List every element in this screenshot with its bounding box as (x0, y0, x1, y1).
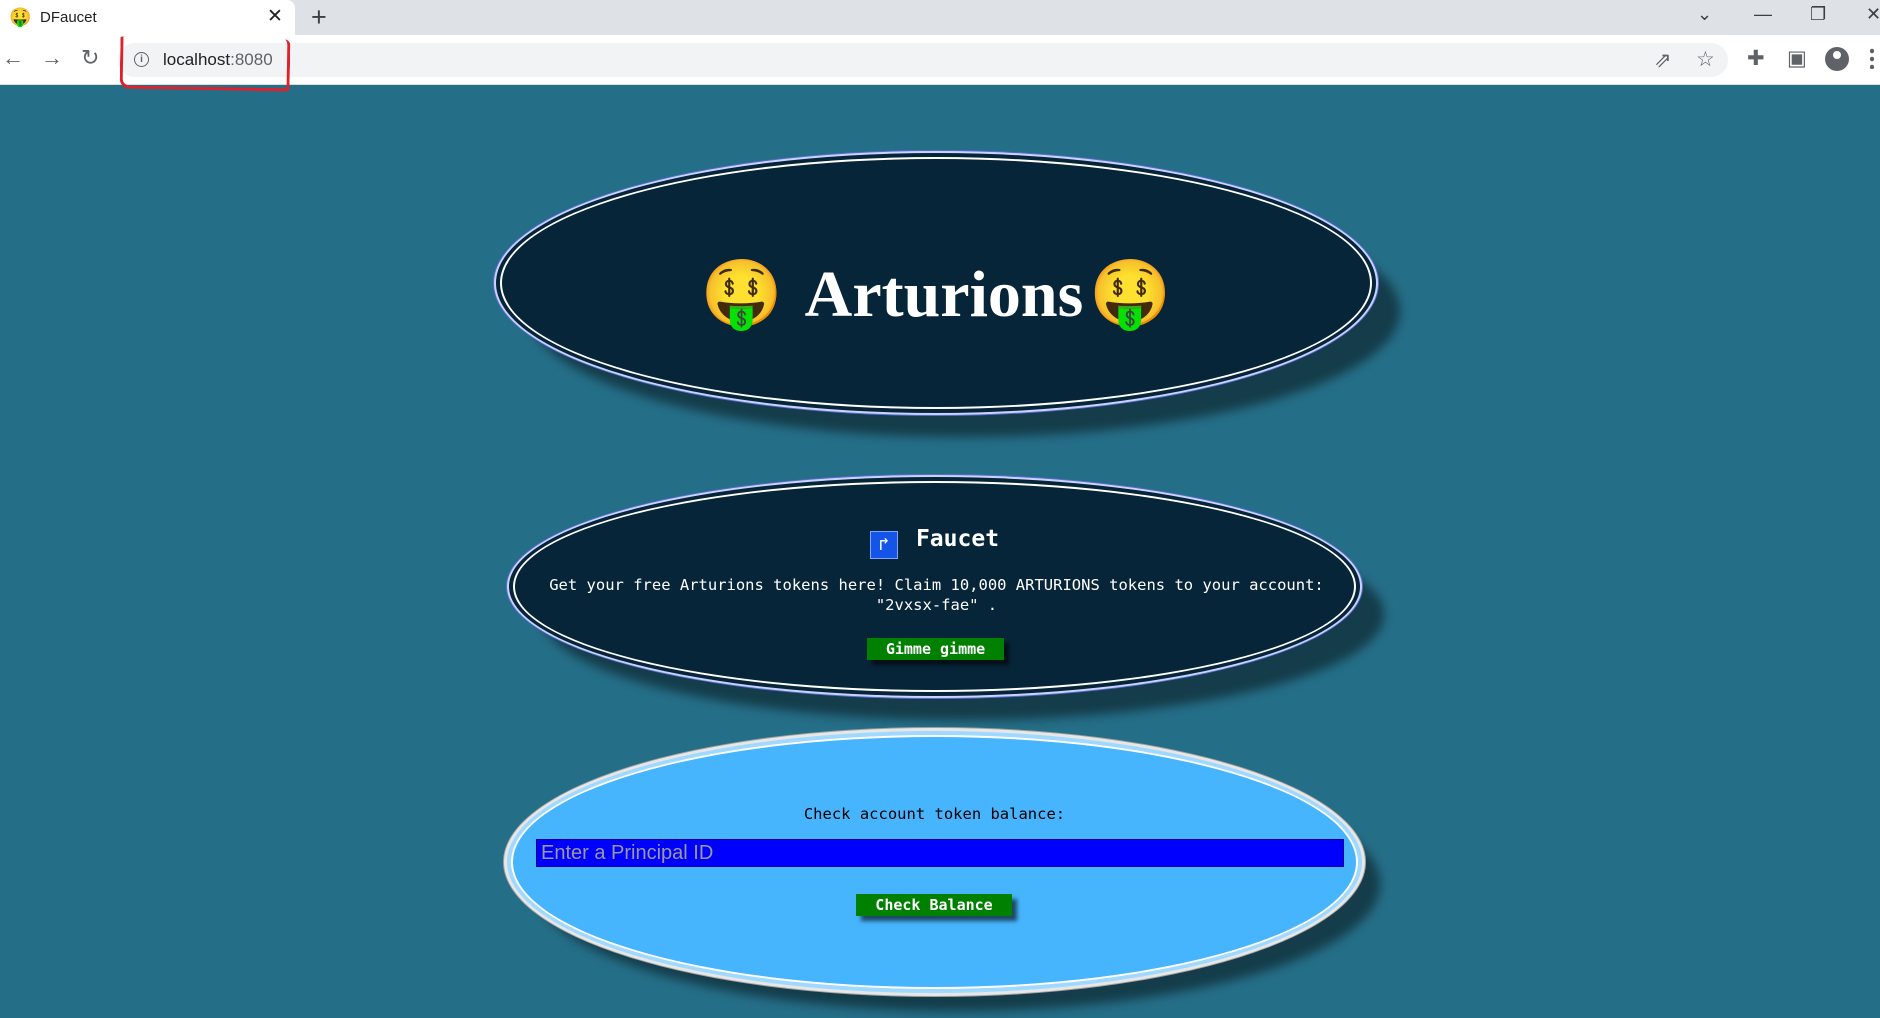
browser-tab-bar: 🤑 DFaucet ✕ + ⌄ — ❐ ✕ (0, 0, 1880, 35)
profile-icon[interactable] (1825, 47, 1849, 71)
new-tab-icon[interactable]: + (311, 2, 327, 33)
faucet-icon: ↱ (869, 531, 898, 559)
favicon-icon: 🤑 (9, 7, 32, 27)
faucet-heading: ↱ Faucet (515, 526, 1354, 559)
reload-icon[interactable]: ↻ (81, 45, 99, 71)
account-id: "2vxsx-fae" . (875, 596, 998, 614)
back-arrow-icon[interactable]: ← (2, 45, 24, 71)
header-banner: 🤑 Arturions🤑 (500, 157, 1372, 409)
tab-title: DFaucet (40, 9, 97, 26)
tab-search-icon[interactable]: ⌄ (1697, 4, 1712, 25)
url-annotation-mark (119, 36, 291, 92)
title-text: Arturions (804, 257, 1084, 331)
restore-icon[interactable]: ❐ (1810, 4, 1826, 25)
money-face-icon: 🤑 (1089, 258, 1172, 332)
share-icon[interactable]: ⇗ (1654, 48, 1672, 73)
check-balance-button[interactable]: Check Balance (856, 894, 1012, 916)
faucet-heading-text: Faucet (915, 526, 1000, 552)
minimize-icon[interactable]: — (1754, 4, 1772, 25)
side-panel-icon[interactable]: ▣ (1787, 46, 1807, 71)
gimme-button[interactable]: Gimme gimme (867, 638, 1004, 660)
faucet-description-line: Get your free Arturions tokens here! Cla… (549, 576, 1324, 594)
principal-id-input[interactable] (536, 839, 1344, 867)
address-bar[interactable]: i localhost:8080 ⇗ ☆ (118, 43, 1728, 77)
money-face-icon: 🤑 (700, 258, 783, 332)
star-icon[interactable]: ☆ (1696, 47, 1715, 72)
close-window-icon[interactable]: ✕ (1866, 4, 1880, 25)
tab-close-icon[interactable]: ✕ (267, 5, 283, 28)
balance-panel: Check account token balance: Check Balan… (511, 735, 1358, 989)
menu-icon[interactable] (1870, 47, 1874, 69)
forward-arrow-icon[interactable]: → (41, 45, 63, 71)
page-title: 🤑 Arturions🤑 (502, 251, 1370, 333)
faucet-panel: ↱ Faucet Get your free Arturions tokens h… (513, 481, 1356, 692)
browser-tab[interactable]: 🤑 DFaucet ✕ (0, 0, 295, 35)
faucet-description: Get your free Arturions tokens here! Cla… (545, 575, 1328, 615)
extensions-icon[interactable]: ✚ (1747, 46, 1765, 71)
balance-label: Check account token balance: (803, 805, 1066, 823)
